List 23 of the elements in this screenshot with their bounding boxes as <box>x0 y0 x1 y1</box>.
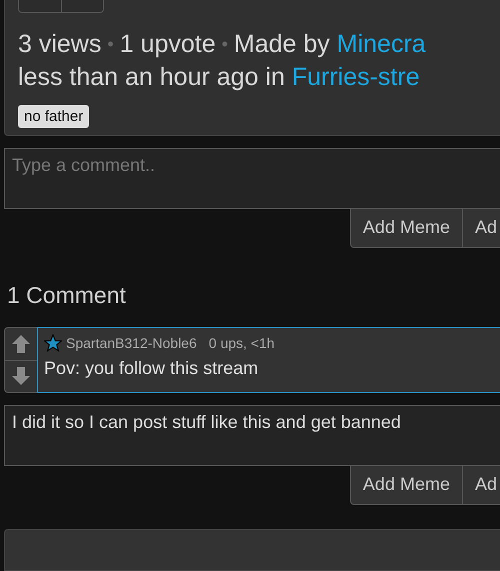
comments-heading: 1 Comment <box>7 282 127 309</box>
add-meme-button[interactable]: Add Meme <box>350 209 463 248</box>
post-info: 1 upvote <box>120 30 216 58</box>
link[interactable]: Furries-stre <box>292 63 420 91</box>
add-button[interactable]: Ad <box>462 466 500 505</box>
separator-dot: • <box>222 34 228 54</box>
post-info: Made by <box>234 30 330 58</box>
up-arrow-icon <box>11 334 31 354</box>
separator-dot: • <box>107 34 114 54</box>
username[interactable]: SpartanB312-Noble6 <box>66 335 197 351</box>
button-group[interactable] <box>18 0 104 13</box>
down-arrow-icon <box>11 366 31 386</box>
tag[interactable]: no father <box>18 105 90 128</box>
add-meme-button[interactable]: Add Meme <box>350 466 463 505</box>
post-info: 3 views <box>18 30 102 58</box>
add-button[interactable]: Ad <box>462 209 500 248</box>
comment-meta: 0 ups, <1h <box>208 335 275 351</box>
comment-field[interactable]: I did it so I can post stuff like this and get banned <box>4 405 500 466</box>
comment-text: Pov: you follow this stream <box>44 358 260 379</box>
star-icon <box>44 334 62 352</box>
comment-field[interactable]: Type a comment.. <box>4 148 500 209</box>
post-info: less than an hour ago in <box>18 63 285 91</box>
link[interactable]: Minecra <box>336 30 426 58</box>
